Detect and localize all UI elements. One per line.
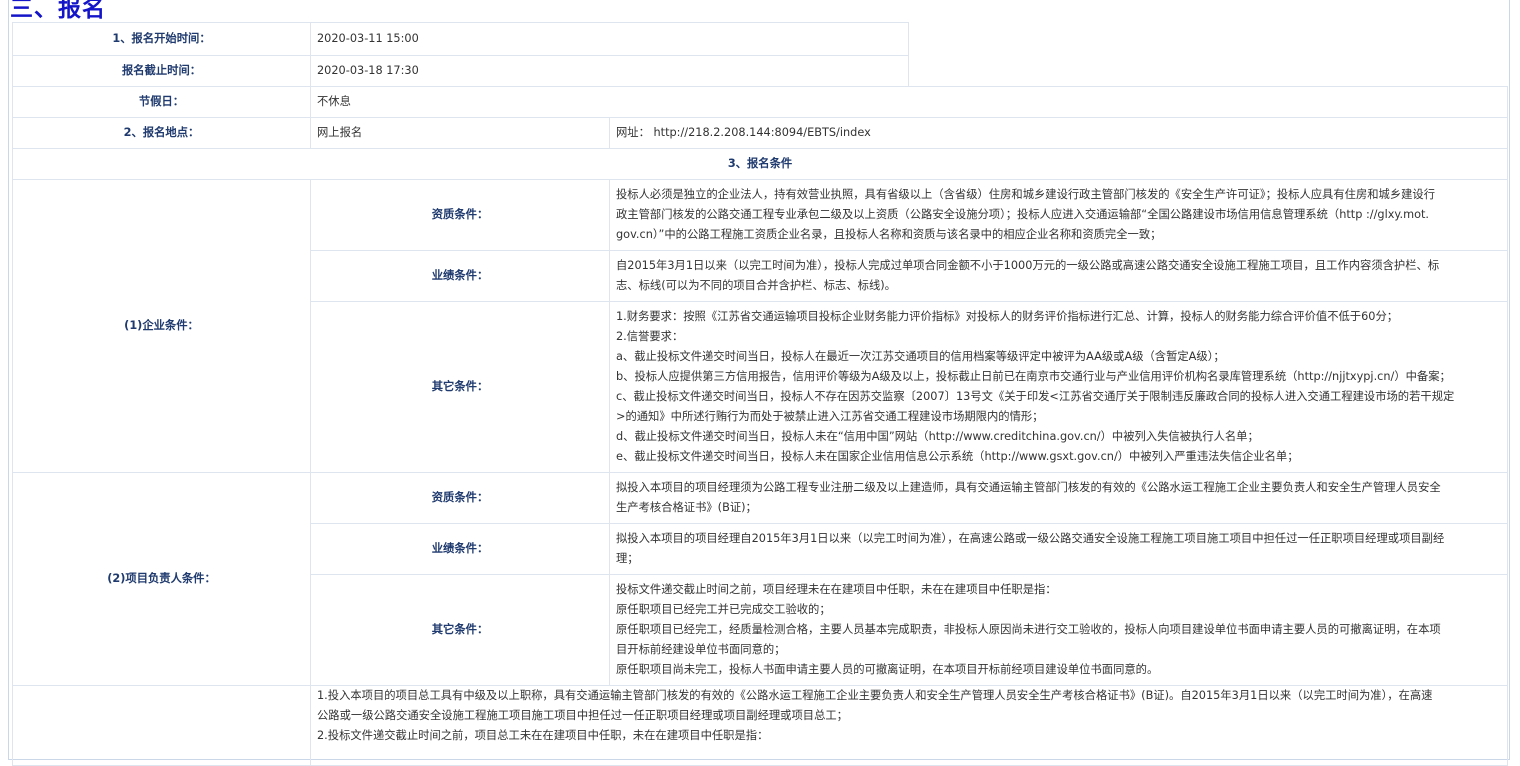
end-time-value: 2020-03-18 17:30 xyxy=(310,55,909,87)
chief-engineer-content: 1.投入本项目的项目总工具有中级及以上职称，具有交通运输主管部门核发的有效的《公… xyxy=(310,685,1508,766)
enterprise-other-content: 1.财务要求：按照《江苏省交通运输项目投标企业财务能力评价指标》对投标人的财务评… xyxy=(609,301,1508,473)
text-line: 1.财务要求：按照《江苏省交通运输项目投标企业财务能力评价指标》对投标人的财务评… xyxy=(616,310,1399,323)
text-line: 投标文件递交截止时间之前，项目经理未在在建项目中任职，未在在建项目中任职是指： xyxy=(616,583,1057,596)
enterprise-qualification-content: 投标人必须是独立的企业法人，持有效营业执照，具有省级以上（含省级）住房和城乡建设… xyxy=(609,179,1508,251)
row-chief-engineer: 1.投入本项目的项目总工具有中级及以上职称，具有交通运输主管部门核发的有效的《公… xyxy=(12,685,1508,766)
manager-performance-content: 拟投入本项目的项目经理自2015年3月1日以来（以完工时间为准），在高速公路或一… xyxy=(609,523,1508,575)
section-title: 三、报名 xyxy=(10,0,106,22)
row-start-time: 1、报名开始时间： 2020-03-11 15:00 xyxy=(12,22,1508,56)
text-line: 2.投标文件递交截止时间之前，项目总工未在在建项目中任职，未在在建项目中任职是指… xyxy=(317,729,769,742)
row-place: 2、报名地点： 网上报名 网址： http://218.2.208.144:80… xyxy=(12,117,1508,149)
chief-engineer-label xyxy=(12,685,311,766)
text-line: 2.信誉要求： xyxy=(616,330,684,343)
manager-other-label: 其它条件： xyxy=(310,574,610,686)
text-line: 1.投入本项目的项目总工具有中级及以上职称，具有交通运输主管部门核发的有效的《公… xyxy=(317,689,1433,702)
text-line: 拟投入本项目的项目经理自2015年3月1日以来（以完工时间为准），在高速公路或一… xyxy=(616,532,1445,545)
text-line: d、截止投标文件递交时间当日，投标人未在“信用中国”网站（http://www.… xyxy=(616,430,1259,443)
enterprise-qualification-label: 资质条件： xyxy=(310,179,610,251)
start-time-label: 1、报名开始时间： xyxy=(12,22,311,56)
row-manager-qualification: (2)项目负责人条件： 资质条件： 拟投入本项目的项目经理须为公路工程专业注册二… xyxy=(12,472,1508,686)
enterprise-performance-content: 自2015年3月1日以来（以完工时间为准），投标人完成过单项合同金额不小于100… xyxy=(609,250,1508,302)
conditions-title: 3、报名条件 xyxy=(12,148,1508,180)
text-line: >的通知》中所述行贿行为而处于被禁止进入江苏省交通工程建设市场期限内的情形； xyxy=(616,410,1044,423)
start-time-value: 2020-03-11 15:00 xyxy=(310,22,909,56)
text-line: e、截止投标文件递交时间当日，投标人未在国家企业信用信息公示系统（http://… xyxy=(616,450,1299,463)
manager-other-content: 投标文件递交截止时间之前，项目经理未在在建项目中任职，未在在建项目中任职是指： … xyxy=(609,574,1508,686)
text-line: c、截止投标文件递交时间当日，投标人不存在因苏交监察〔2007〕13号文《关于印… xyxy=(616,390,1455,403)
holiday-value: 不休息 xyxy=(310,86,1508,118)
text-line: 公路或一级公路交通安全设施工程施工项目施工项目中担任过一任正职项目经理或项目副经… xyxy=(317,709,848,722)
manager-performance-label: 业绩条件： xyxy=(310,523,610,575)
place-label: 2、报名地点： xyxy=(12,117,311,149)
place-value: 网上报名 xyxy=(310,117,610,149)
text-line: 目开标前经建设单位书面同意的； xyxy=(616,643,786,656)
text-line: 原任职项目已经完工并已完成交工验收的； xyxy=(616,603,831,616)
text-line: 生产考核合格证书》(B证)； xyxy=(616,501,757,514)
end-time-label: 报名截止时间： xyxy=(12,55,311,87)
row-end-time: 报名截止时间： 2020-03-18 17:30 xyxy=(12,55,1508,87)
text-line: 自2015年3月1日以来（以完工时间为准），投标人完成过单项合同金额不小于100… xyxy=(616,259,1440,272)
text-line: 投标人必须是独立的企业法人，持有效营业执照，具有省级以上（含省级）住房和城乡建设… xyxy=(616,188,1436,201)
text-line: 理； xyxy=(616,552,639,565)
text-line: 拟投入本项目的项目经理须为公路工程专业注册二级及以上建造师，具有交通运输主管部门… xyxy=(616,481,1441,494)
text-line: a、截止投标文件递交时间当日，投标人在最近一次江苏交通项目的信用档案等级评定中被… xyxy=(616,350,1225,363)
row-conditions-title: 3、报名条件 xyxy=(12,148,1508,180)
text-line: 原任职项目尚未完工，投标人书面申请主要人员的可撤离证明，在本项目开标前经项目建设… xyxy=(616,663,1159,676)
text-line: b、投标人应提供第三方信用报告，信用评价等级为A级及以上，投标截止日前已在南京市… xyxy=(616,370,1451,383)
manager-qualification-label: 资质条件： xyxy=(310,472,610,524)
manager-conditions-label: (2)项目负责人条件： xyxy=(12,472,311,686)
place-url[interactable]: 网址： http://218.2.208.144:8094/EBTS/index xyxy=(609,117,1508,149)
row-holiday: 节假日： 不休息 xyxy=(12,86,1508,118)
row-enterprise-qualification: (1)企业条件： 资质条件： 投标人必须是独立的企业法人，持有效营业执照，具有省… xyxy=(12,179,1508,473)
holiday-label: 节假日： xyxy=(12,86,311,118)
text-line: gov.cn）”中的公路工程施工资质企业名录，且投标人名称和资质与该名录中的相应… xyxy=(616,228,1162,241)
manager-qualification-content: 拟投入本项目的项目经理须为公路工程专业注册二级及以上建造师，具有交通运输主管部门… xyxy=(609,472,1508,524)
text-line: 原任职项目已经完工，经质量检测合格，主要人员基本完成职责，非投标人原因尚未进行交… xyxy=(616,623,1441,636)
enterprise-performance-label: 业绩条件： xyxy=(310,250,610,302)
text-line: 政主管部门核发的公路交通工程专业承包二级及以上资质（公路安全设施分项）；投标人应… xyxy=(616,208,1430,221)
enterprise-other-label: 其它条件： xyxy=(310,301,610,473)
text-line: 志、标线(可以为不同的项目合并含护栏、标志、标线)。 xyxy=(616,279,896,292)
enterprise-conditions-label: (1)企业条件： xyxy=(12,179,311,473)
registration-table: 1、报名开始时间： 2020-03-11 15:00 报名截止时间： 2020-… xyxy=(12,22,1508,766)
